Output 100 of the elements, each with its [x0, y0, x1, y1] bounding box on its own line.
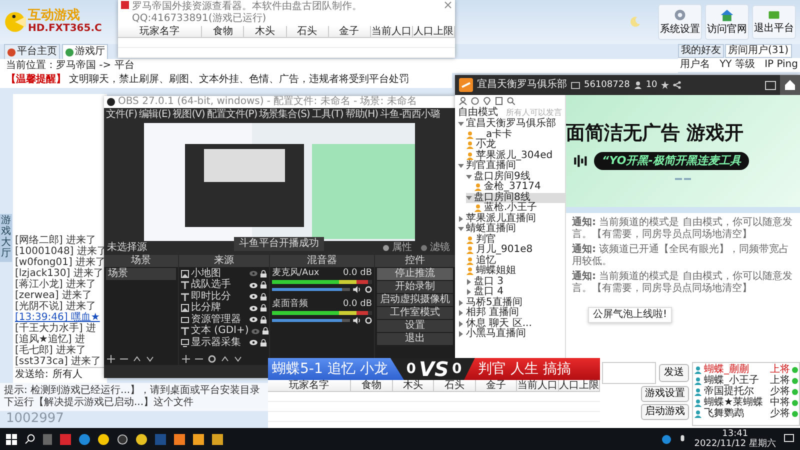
side-tab[interactable]: 游戏大厅 [0, 214, 12, 262]
control-button[interactable]: 开始录制 [377, 281, 453, 293]
message-input[interactable] [602, 362, 656, 384]
lock-icon[interactable] [260, 292, 267, 301]
menu-item[interactable]: 编辑(E) [139, 108, 171, 120]
control-button[interactable]: 退出 [377, 333, 453, 345]
down-icon[interactable] [146, 355, 154, 363]
windows-logo-icon[interactable] [6, 434, 17, 444]
toolbar-button[interactable]: 访问官网 [705, 4, 749, 40]
channel-item[interactable]: 盘口房间8线 [466, 192, 565, 203]
action-button[interactable]: 游戏设置 [641, 386, 689, 402]
notification-icon[interactable] [784, 434, 794, 444]
action-button[interactable]: 启动游戏 [641, 404, 689, 420]
menu-item[interactable]: 配置文件(P) [206, 108, 258, 120]
browser-icon[interactable] [662, 434, 672, 444]
channel-item[interactable]: 盘口房间9线 [466, 172, 565, 182]
menu-item[interactable]: 文件(F) [106, 108, 138, 120]
tab[interactable]: 游戏厅 [62, 44, 108, 59]
lock-icon[interactable] [262, 327, 269, 336]
lock-icon[interactable] [260, 316, 267, 324]
lock-icon[interactable] [260, 270, 267, 278]
add-icon[interactable] [107, 355, 115, 363]
user-item[interactable]: 小龙 [466, 140, 565, 150]
filters-button[interactable]: 滤镜 [418, 242, 452, 254]
source-item[interactable]: 比分牌 [191, 302, 247, 314]
control-button[interactable]: 停止推流 [377, 268, 453, 280]
tab[interactable]: 房间用户(31) [725, 44, 792, 58]
eye-icon[interactable] [249, 282, 258, 289]
star-icon[interactable] [661, 81, 670, 89]
channel-item[interactable]: 蜻蜓直播间 [458, 224, 565, 234]
member-name[interactable]: 蝴蝶_蒯蒯 [704, 364, 768, 375]
channel-item[interactable]: 相邦 直播间 [458, 308, 565, 318]
toolbar-button[interactable]: 退出平台 [752, 5, 796, 39]
user-item[interactable]: 蝴蝶姐姐 [466, 266, 565, 276]
menu-item[interactable]: 斗鱼-西西小璐 [380, 108, 440, 120]
user-item[interactable]: __a卡卡 [466, 130, 565, 140]
control-button[interactable]: 工作室模式 [377, 307, 453, 319]
app-icon[interactable] [174, 434, 185, 444]
tab[interactable]: 平台主页 [4, 44, 60, 59]
down-icon[interactable] [234, 355, 242, 363]
user-item[interactable]: 蓝枪.小王子 [474, 203, 565, 214]
source-item[interactable]: 即时比分 [191, 290, 247, 303]
menu-item[interactable]: 帮助(H) [345, 108, 378, 120]
document-icon[interactable] [495, 97, 503, 105]
pin-icon[interactable] [483, 97, 491, 105]
app-icon[interactable] [212, 434, 223, 444]
up-icon[interactable] [221, 355, 229, 363]
source-item[interactable]: 战队选手 [191, 279, 247, 292]
menu-item[interactable]: 工具(T) [312, 108, 344, 120]
send-button[interactable]: 发送 [659, 364, 689, 382]
speaker-icon[interactable] [353, 286, 362, 293]
banner-ad[interactable]: 面简洁无广告 游戏开 “YO开黑-极简开黑连麦工具 [566, 95, 800, 207]
volume-slider[interactable] [272, 319, 350, 322]
mode-dropdown[interactable]: 自由模式 [458, 107, 498, 119]
lock-icon[interactable] [260, 338, 267, 347]
tab[interactable]: 我的好友 [678, 44, 724, 58]
app-icon[interactable] [136, 434, 147, 444]
channel-item[interactable]: 盘口 4 [466, 287, 565, 298]
properties-button[interactable]: 属性 [380, 242, 414, 254]
member-name[interactable]: 飞舞鹦鹉 [704, 408, 768, 419]
user-item[interactable]: 月儿_901e8 [466, 245, 565, 256]
user-item[interactable]: 苹果派儿_304ed [466, 150, 565, 161]
add-icon[interactable] [182, 355, 190, 363]
member-name[interactable]: 帝国提托尔 [704, 386, 768, 397]
toolbar-button[interactable]: 系统设置 [658, 4, 702, 40]
person-icon[interactable] [459, 97, 467, 105]
source-item[interactable]: 文本 (GDI+) [191, 325, 249, 338]
home-button[interactable] [780, 75, 800, 95]
search-icon[interactable] [25, 434, 35, 444]
scene-item[interactable]: 场景 [106, 268, 176, 280]
user-item[interactable]: 判官 [466, 234, 565, 245]
source-item[interactable]: 小地图 [191, 268, 247, 280]
eye-icon[interactable] [249, 304, 258, 312]
lock-icon[interactable] [260, 304, 267, 312]
screen-icon[interactable] [765, 80, 776, 90]
control-button[interactable]: 设置 [377, 320, 453, 332]
channel-item[interactable]: 休息 聊天 区... [458, 318, 565, 329]
eye-icon[interactable] [249, 293, 258, 300]
record-icon[interactable] [117, 434, 128, 444]
channel-item[interactable]: 判官直播间 [458, 161, 565, 172]
member-name[interactable]: 蝴蝶★莱蝴蝶 [704, 397, 768, 408]
channel-item[interactable]: 盘口 3 [466, 276, 565, 287]
control-button[interactable]: 启动虚拟摄像机 [377, 294, 453, 306]
app-icon[interactable] [193, 434, 204, 444]
microphone-icon[interactable] [679, 434, 686, 444]
up-icon[interactable] [133, 355, 141, 363]
share-icon[interactable] [673, 81, 682, 89]
eye-icon[interactable] [249, 316, 258, 324]
user-item[interactable]: 金枪_37174 [474, 182, 565, 192]
channel-item[interactable]: 马桥5直播间 [458, 298, 565, 308]
speaker-icon[interactable] [353, 317, 362, 324]
channel-item[interactable]: 宜昌天衡罗马俱乐部 [458, 119, 565, 130]
volume-slider[interactable] [272, 288, 350, 291]
chat-icon[interactable] [471, 97, 479, 105]
user-item[interactable]: 追忆 [466, 256, 565, 266]
member-name[interactable]: 蝴蝶_小王子 [704, 375, 768, 386]
close-icon[interactable] [444, 1, 452, 9]
source-item[interactable]: 显示器采集 [191, 336, 247, 349]
eye-icon[interactable] [249, 339, 258, 346]
channel-item[interactable]: 苹果派儿直播间 [458, 214, 565, 224]
